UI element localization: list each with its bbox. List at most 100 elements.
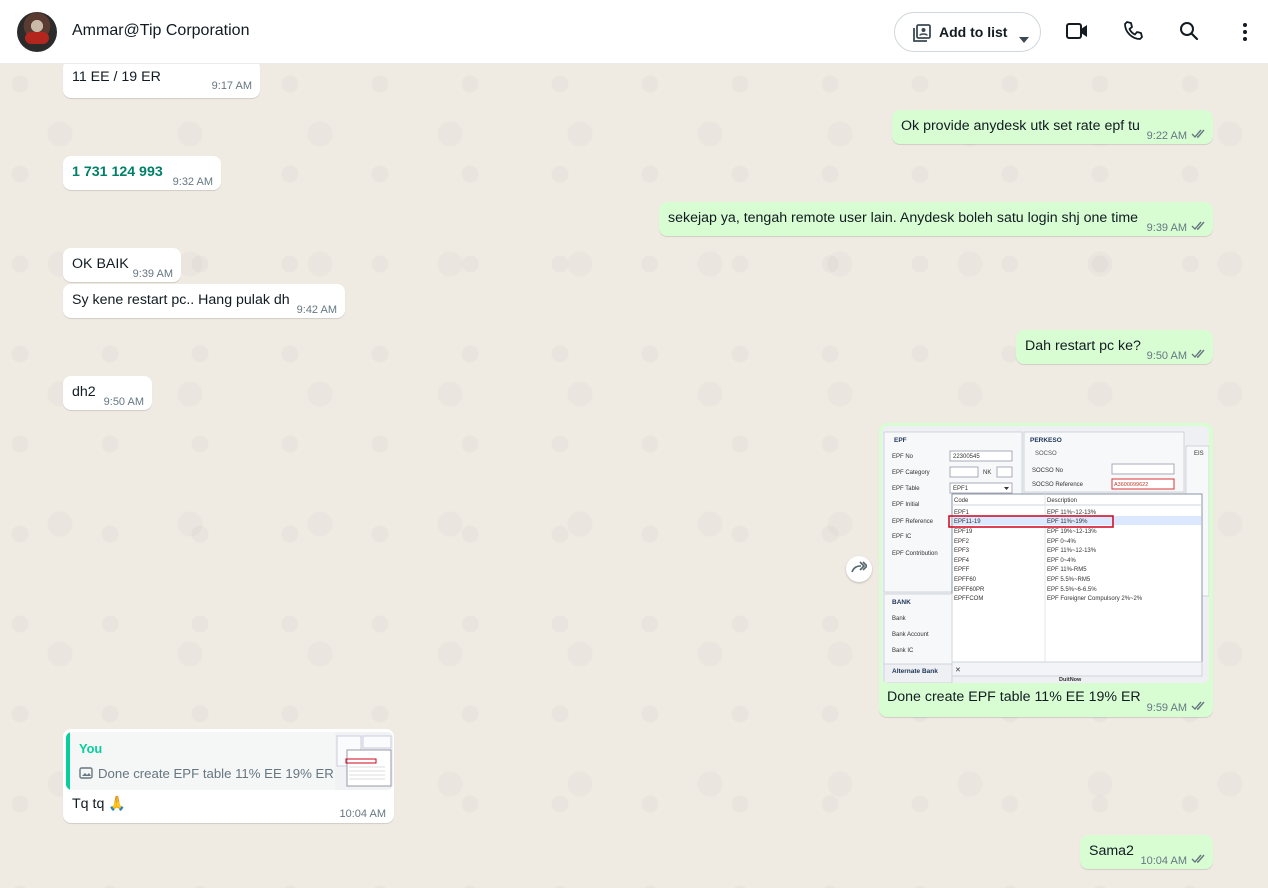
- code-cell: EPF3: [954, 548, 970, 554]
- image-caption: Done create EPF table 11% EE 19% ER: [887, 689, 1141, 705]
- description-cell: EPF Foreigner Compulsory 2%~2%: [1047, 596, 1143, 602]
- message-text: sekejap ya, tengah remote user lain. Any…: [668, 210, 1139, 226]
- description-cell: EPF 11%~12-13%: [1047, 510, 1097, 516]
- bank-header: BANK: [892, 599, 911, 606]
- message-outgoing[interactable]: sekejap ya, tengah remote user lain. Any…: [659, 202, 1213, 236]
- message-outgoing[interactable]: Dah restart pc ke? 9:50 AM: [1016, 330, 1213, 364]
- epf-table-value: EPF1: [953, 486, 969, 492]
- message-body: Tq tq: [72, 796, 105, 812]
- bank-label: Bank Account: [892, 632, 929, 638]
- code-cell: EPF11-19: [954, 519, 981, 525]
- message-time: 9:50 AM: [103, 396, 144, 408]
- message-time: 9:50 AM: [1146, 350, 1187, 362]
- column-header-code: Code: [954, 498, 969, 504]
- message-time: 9:32 AM: [172, 176, 213, 188]
- video-call-icon[interactable]: [1066, 22, 1088, 45]
- message-time: 10:04 AM: [339, 808, 386, 820]
- message-outgoing[interactable]: Sama2 10:04 AM: [1080, 835, 1213, 869]
- message-outgoing[interactable]: Ok provide anydesk utk set rate epf tu 9…: [892, 110, 1213, 144]
- alternate-bank-header: Alternate Bank: [892, 668, 938, 675]
- message-text: dh2: [72, 384, 96, 400]
- message-incoming[interactable]: 11 EE / 19 ER 9:17 AM: [63, 64, 260, 98]
- description-cell: EPF 11%-RM5: [1047, 567, 1087, 573]
- description-cell: EPF 5.5%~6-6.5%: [1047, 587, 1097, 593]
- search-icon[interactable]: [1179, 21, 1199, 46]
- code-cell: EPFF60: [954, 577, 977, 583]
- quote-author: You: [79, 741, 103, 756]
- message-text: OK BAIK: [72, 256, 129, 272]
- list-icon: [912, 23, 932, 46]
- double-check-icon: [1191, 852, 1205, 871]
- bank-label: Bank IC: [892, 648, 914, 654]
- message-time: 9:22 AM: [1146, 130, 1187, 142]
- shared-screenshot-image[interactable]: EPF EPF No EPF Category EPF Table EPF In…: [882, 426, 1209, 683]
- socso-no-label: SOCSO No: [1032, 468, 1064, 474]
- message-text: Dah restart pc ke?: [1025, 338, 1141, 354]
- socso-ref-value: A3600099622: [1114, 482, 1148, 488]
- message-time: 9:39 AM: [132, 268, 173, 280]
- field-label: EPF Reference: [892, 519, 934, 525]
- chat-header: Ammar@Tip Corporation Add to list: [0, 0, 1268, 64]
- message-incoming[interactable]: OK BAIK 9:39 AM: [63, 248, 181, 282]
- message-time: 9:59 AM: [1146, 702, 1187, 714]
- add-to-list-label: Add to list: [939, 24, 1008, 40]
- message-time: 9:39 AM: [1146, 222, 1187, 234]
- quote-thumbnail: [335, 732, 393, 790]
- message-time: 10:04 AM: [1140, 855, 1187, 867]
- message-time: 9:17 AM: [211, 80, 252, 92]
- description-cell: EPF 5.5%~RM5: [1047, 577, 1091, 583]
- message-text: 11 EE / 19 ER: [72, 69, 161, 85]
- message-text: Sama2: [1089, 843, 1134, 859]
- message-text: 1 731 124 993: [72, 164, 163, 180]
- message-text: Sy kene restart pc.. Hang pulak dh: [72, 292, 290, 308]
- nk-label: NK: [983, 470, 991, 476]
- add-to-list-button[interactable]: Add to list: [894, 12, 1041, 52]
- perkeso-header: PERKESO: [1030, 437, 1062, 444]
- field-label: EPF IC: [892, 534, 912, 540]
- description-cell: EPF 11%~12-13%: [1047, 548, 1097, 554]
- field-label: EPF Initial: [892, 502, 919, 508]
- field-label: EPF No: [892, 454, 914, 460]
- message-incoming[interactable]: You Done create EPF table 11% EE 19% ER …: [63, 729, 394, 823]
- message-time: 9:42 AM: [296, 304, 337, 316]
- double-check-icon: [1191, 347, 1205, 366]
- close-icon: ✕: [955, 667, 961, 674]
- menu-icon[interactable]: [1242, 22, 1248, 47]
- description-cell: EPF 0~4%: [1047, 558, 1077, 564]
- description-cell: EPF 11%~19%: [1047, 519, 1088, 525]
- message-text: Tq tq 🙏: [72, 795, 126, 814]
- image-icon: [79, 766, 93, 785]
- code-cell: EPF1: [954, 510, 970, 516]
- chat-title[interactable]: Ammar@Tip Corporation: [72, 22, 249, 40]
- field-label: EPF Table: [892, 486, 920, 492]
- message-incoming[interactable]: dh2 9:50 AM: [63, 376, 152, 410]
- message-list[interactable]: 11 EE / 19 ER 9:17 AM Ok provide anydesk…: [0, 64, 1268, 888]
- eis-label: EIS: [1194, 451, 1204, 457]
- chevron-down-icon: [1019, 30, 1029, 46]
- voice-call-icon[interactable]: [1123, 21, 1143, 46]
- description-cell: EPF 19%~12-13%: [1047, 529, 1097, 535]
- message-text: Ok provide anydesk utk set rate epf tu: [901, 118, 1140, 134]
- quote-text: Done create EPF table 11% EE 19% ER: [98, 766, 334, 781]
- code-cell: EPFFCOM: [954, 596, 983, 602]
- socso-label: SOCSO: [1035, 451, 1057, 457]
- message-incoming[interactable]: Sy kene restart pc.. Hang pulak dh 9:42 …: [63, 284, 345, 318]
- quoted-message[interactable]: You Done create EPF table 11% EE 19% ER: [66, 732, 393, 790]
- double-check-icon: [1191, 699, 1205, 718]
- forward-icon: [851, 560, 869, 578]
- epf-header: EPF: [894, 437, 907, 444]
- socso-ref-label: SOCSO Reference: [1032, 482, 1084, 488]
- column-header-description: Description: [1047, 498, 1077, 504]
- field-label: EPF Contribution: [892, 551, 938, 557]
- code-cell: EPFF60PR: [954, 587, 985, 593]
- code-cell: EPFF: [954, 567, 970, 573]
- forward-button[interactable]: [846, 556, 872, 582]
- folded-hands-emoji: 🙏: [108, 796, 126, 812]
- double-check-icon: [1191, 219, 1205, 238]
- code-cell: EPF4: [954, 558, 970, 564]
- message-incoming[interactable]: 1 731 124 993 9:32 AM: [63, 156, 221, 190]
- avatar[interactable]: [17, 12, 57, 52]
- code-cell: EPF19: [954, 529, 973, 535]
- image-message[interactable]: EPF EPF No EPF Category EPF Table EPF In…: [879, 423, 1213, 717]
- field-label: EPF Category: [892, 470, 930, 476]
